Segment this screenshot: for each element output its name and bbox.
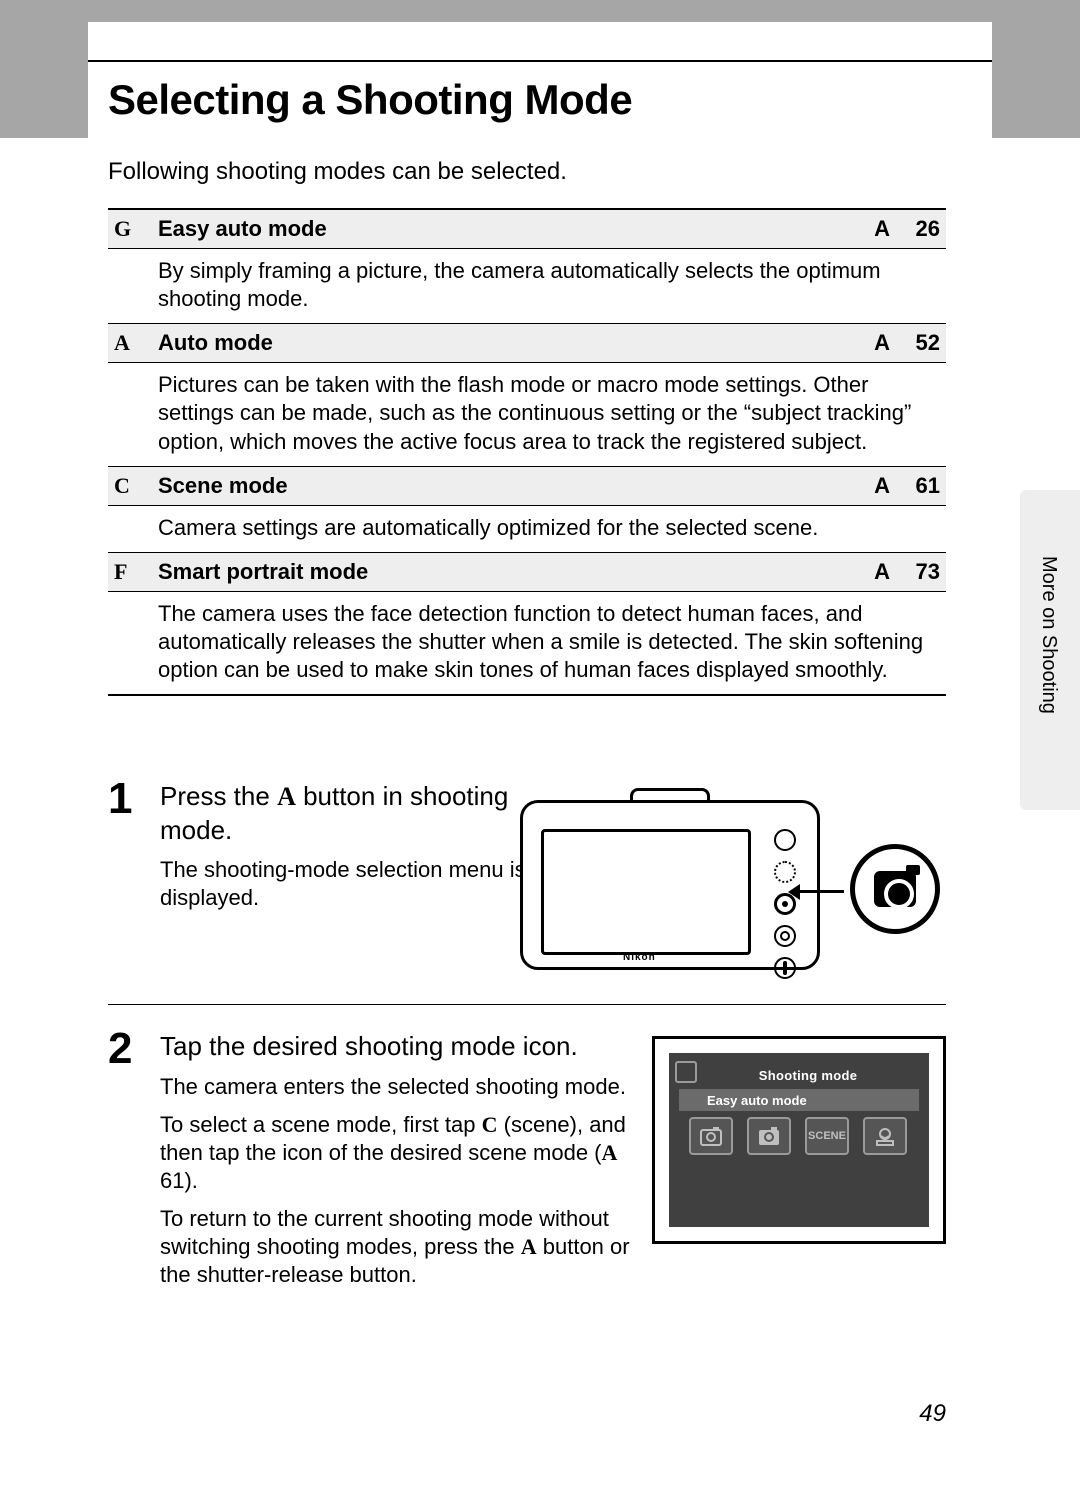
step-1-heading: Press the A button in shooting mode. (160, 780, 538, 846)
lcd-mode-icon-smart-portrait (863, 1117, 907, 1155)
text: To return to the current shooting mode w… (160, 1205, 638, 1289)
text: 61). (160, 1168, 198, 1193)
lcd-mode-icon-auto (747, 1117, 791, 1155)
camera-brand-label: Nikon (623, 952, 656, 963)
thumb-tab-label: More on Shooting (1037, 556, 1060, 714)
callout-arrowhead (788, 884, 800, 900)
section-label: More on Shooting (108, 30, 329, 61)
mode-icon-auto: A (114, 330, 158, 356)
mode-name: Auto mode (158, 330, 856, 356)
lcd-illustration: Shooting mode Easy auto mode SCENE (652, 1036, 946, 1244)
lcd-mode-icon-easy-auto (689, 1117, 733, 1155)
lcd-title: Shooting mode (759, 1068, 858, 1083)
table-row: C Scene mode A 61 (108, 466, 946, 506)
lcd-title-bar: Shooting mode (697, 1063, 919, 1087)
lcd-mode-icon-scene: SCENE (805, 1117, 849, 1155)
mode-page: 61 (890, 473, 940, 499)
mode-name: Scene mode (158, 473, 856, 499)
camera-dots-icon (774, 861, 796, 883)
mode-ref-icon: A (856, 559, 890, 585)
mode-desc: Pictures can be taken with the flash mod… (108, 363, 946, 465)
mode-icon-easy-auto: G (114, 216, 158, 242)
mode-ref-icon: A (856, 330, 890, 356)
mode-ref-icon: A (856, 216, 890, 242)
text: The shooting-mode selection menu is disp… (160, 856, 538, 912)
shooting-mode-table: G Easy auto mode A 26 By simply framing … (108, 208, 946, 696)
page-number: 49 (919, 1400, 946, 1428)
step-2-heading: Tap the desired shooting mode icon. (160, 1030, 638, 1063)
step-number: 2 (108, 1024, 132, 1074)
camera-playback-icon (774, 957, 796, 979)
table-row: G Easy auto mode A 26 (108, 208, 946, 249)
mode-page: 73 (890, 559, 940, 585)
text: Press the (160, 781, 277, 811)
step-divider (108, 1004, 946, 1005)
lcd-mode-indicator-icon (675, 1061, 697, 1083)
mode-desc: The camera uses the face detection funct… (108, 592, 946, 696)
scene-glyph: C (482, 1112, 498, 1137)
lcd-mode-icons-row: SCENE (689, 1117, 909, 1155)
mode-page: 26 (890, 216, 940, 242)
step-1-body: The shooting-mode selection menu is disp… (160, 856, 538, 912)
step-2-body: The camera enters the selected shooting … (160, 1073, 638, 1290)
mode-page: 52 (890, 330, 940, 356)
camera-power-icon (774, 829, 796, 851)
text: To select a scene mode, first tap C (sce… (160, 1111, 638, 1195)
shooting-mode-button-glyph: A (277, 782, 296, 811)
shooting-mode-button-callout (850, 844, 940, 934)
step-number: 1 (108, 774, 132, 824)
text: To select a scene mode, first tap (160, 1112, 482, 1137)
mode-ref-icon: A (856, 473, 890, 499)
camera-icon (874, 871, 916, 907)
mode-desc: By simply framing a picture, the camera … (108, 249, 946, 323)
camera-mode-button-icon (774, 925, 796, 947)
text: The camera enters the selected shooting … (160, 1073, 638, 1101)
page-ref-glyph: A (602, 1140, 618, 1165)
intro-text: Following shooting modes can be selected… (108, 158, 567, 186)
table-row: A Auto mode A 52 (108, 323, 946, 363)
page-title: Selecting a Shooting Mode (108, 76, 632, 124)
table-row: F Smart portrait mode A 73 (108, 552, 946, 592)
lcd-subtitle-bar: Easy auto mode (679, 1089, 919, 1111)
mode-icon-scene: C (114, 473, 158, 499)
camera-illustration: Nikon (520, 788, 946, 978)
mode-name: Smart portrait mode (158, 559, 856, 585)
mode-icon-smart-portrait: F (114, 559, 158, 585)
mode-desc: Camera settings are automatically optimi… (108, 506, 946, 552)
lcd-subtitle: Easy auto mode (707, 1093, 807, 1108)
callout-arrow (796, 890, 844, 893)
shooting-mode-button-glyph: A (521, 1234, 537, 1259)
mode-name: Easy auto mode (158, 216, 856, 242)
